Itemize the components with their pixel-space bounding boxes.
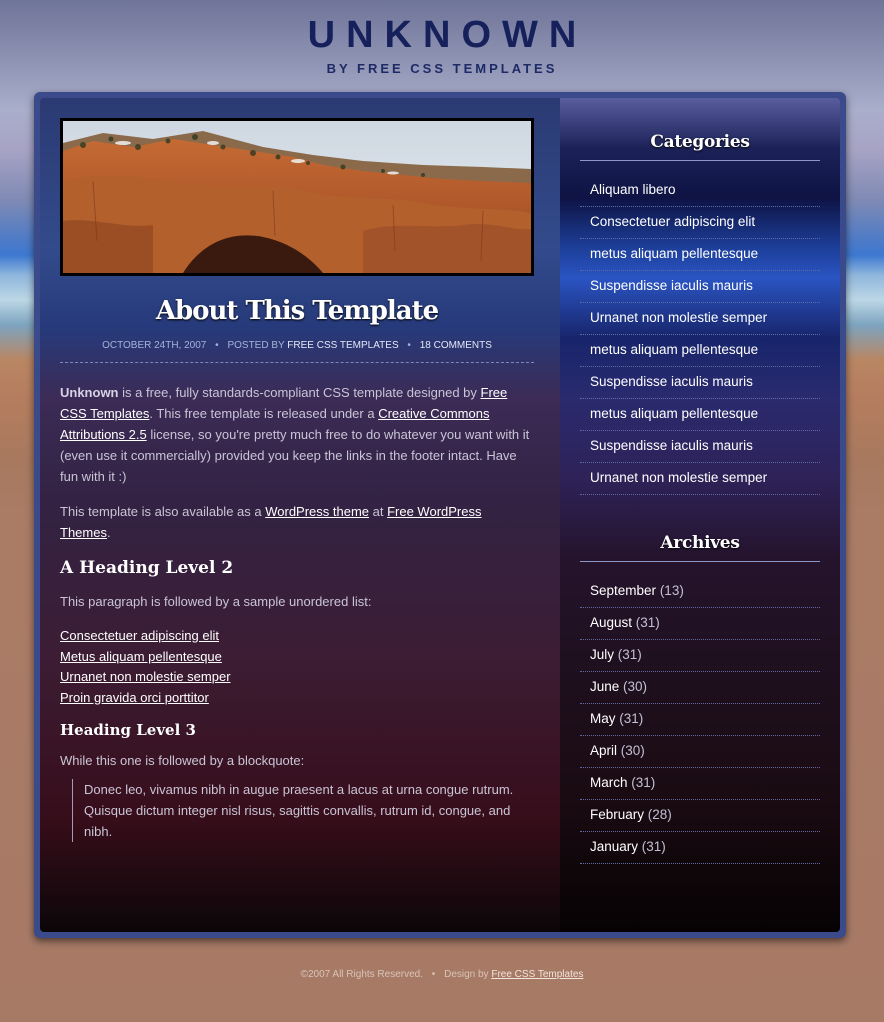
- list-item: Urnanet non molestie semper: [60, 667, 534, 688]
- text-span: is a free, fully standards-compliant CSS…: [118, 385, 481, 400]
- list-item: Consectetuer adipiscing elit: [60, 626, 534, 647]
- list-link[interactable]: Metus aliquam pellentesque: [60, 649, 222, 664]
- category-item[interactable]: metus aliquam pellentesque: [580, 239, 820, 271]
- category-item[interactable]: Suspendisse iaculis mauris: [580, 431, 820, 463]
- archive-item[interactable]: April (30): [580, 736, 820, 768]
- site-title[interactable]: UNKNOWN: [0, 14, 884, 57]
- archive-item[interactable]: June (30): [580, 672, 820, 704]
- template-name: Unknown: [60, 385, 119, 400]
- archive-item[interactable]: May (31): [580, 704, 820, 736]
- category-item[interactable]: Consectetuer adipiscing elit: [580, 207, 820, 239]
- archive-item[interactable]: July (31): [580, 640, 820, 672]
- blockquote-intro-paragraph: While this one is followed by a blockquo…: [60, 753, 305, 768]
- list-link[interactable]: Proin gravida orci porttitor: [60, 690, 209, 705]
- post-body: Unknown is a free, fully standards-compl…: [60, 382, 534, 842]
- archive-month[interactable]: July: [590, 647, 614, 662]
- post-meta: OCTOBER 24TH, 2007 • POSTED BY FREE CSS …: [60, 340, 534, 351]
- wordpress-theme-link[interactable]: WordPress theme: [265, 504, 369, 519]
- archives-rule: [580, 561, 820, 562]
- heading-level-2: A Heading Level 2: [60, 558, 234, 578]
- archive-item[interactable]: September (13): [580, 576, 820, 608]
- text-span: at: [369, 504, 388, 519]
- posted-by-label: POSTED BY: [227, 340, 285, 351]
- heading-level-3: Heading Level 3: [60, 721, 196, 739]
- footer-separator: •: [431, 969, 436, 980]
- archive-count: (31): [617, 647, 642, 662]
- meta-divider: [60, 362, 534, 363]
- text-span: . This free template is released under a: [149, 406, 379, 421]
- comments-link[interactable]: 18 COMMENTS: [420, 340, 492, 351]
- archive-count: (30): [620, 743, 645, 758]
- sample-list: Consectetuer adipiscing elit Metus aliqu…: [60, 626, 534, 708]
- blockquote: Donec leo, vivamus nibh in augue praesen…: [72, 779, 534, 842]
- categories-list: Aliquam libero Consectetuer adipiscing e…: [580, 175, 820, 495]
- archive-count: (31): [619, 711, 644, 726]
- archive-month[interactable]: June: [590, 679, 619, 694]
- archive-item[interactable]: January (31): [580, 832, 820, 864]
- wordpress-paragraph: This template is also available as a Wor…: [60, 501, 534, 543]
- category-item[interactable]: metus aliquam pellentesque: [580, 335, 820, 367]
- category-item[interactable]: Urnanet non molestie semper: [580, 463, 820, 495]
- archive-month[interactable]: September: [590, 583, 656, 598]
- category-item[interactable]: Aliquam libero: [580, 175, 820, 207]
- archive-count: (13): [659, 583, 684, 598]
- archive-item[interactable]: February (28): [580, 800, 820, 832]
- copyright-text: ©2007 All Rights Reserved.: [300, 969, 424, 980]
- meta-separator: •: [407, 340, 411, 351]
- archive-month[interactable]: January: [590, 839, 638, 854]
- archive-month[interactable]: August: [590, 615, 632, 630]
- archive-count: (31): [641, 839, 666, 854]
- archive-month[interactable]: March: [590, 775, 628, 790]
- meta-separator: •: [215, 340, 219, 351]
- categories-rule: [580, 160, 820, 161]
- footer-design-link[interactable]: Free CSS Templates: [491, 969, 583, 980]
- archive-month[interactable]: February: [590, 807, 644, 822]
- main-content: About This Template OCTOBER 24TH, 2007 •…: [40, 98, 560, 932]
- category-item[interactable]: metus aliquam pellentesque: [580, 399, 820, 431]
- page-container: About This Template OCTOBER 24TH, 2007 •…: [34, 92, 846, 938]
- categories-heading: Categories: [650, 132, 750, 152]
- archive-count: (31): [631, 775, 656, 790]
- post-title[interactable]: About This Template: [60, 296, 534, 326]
- list-link[interactable]: Urnanet non molestie semper: [60, 669, 231, 684]
- hero-image: [60, 118, 534, 276]
- list-item: Metus aliquam pellentesque: [60, 647, 534, 668]
- archive-month[interactable]: April: [590, 743, 617, 758]
- post-date: OCTOBER 24TH, 2007: [102, 340, 207, 351]
- text-span: .: [106, 525, 111, 540]
- sidebar: Categories Aliquam libero Consectetuer a…: [560, 98, 840, 932]
- archive-item[interactable]: August (31): [580, 608, 820, 640]
- canyon-landscape-image: [63, 121, 531, 273]
- category-item[interactable]: Urnanet non molestie semper: [580, 303, 820, 335]
- archive-item[interactable]: March (31): [580, 768, 820, 800]
- archive-count: (30): [623, 679, 648, 694]
- category-item[interactable]: Suspendisse iaculis mauris: [580, 271, 820, 303]
- list-link[interactable]: Consectetuer adipiscing elit: [60, 628, 219, 643]
- text-span: This template is also available as a: [60, 504, 266, 519]
- archives-list: September (13) August (31) July (31) Jun…: [580, 576, 820, 864]
- archive-count: (28): [647, 807, 672, 822]
- archive-count: (31): [635, 615, 660, 630]
- post-author-link[interactable]: FREE CSS TEMPLATES: [287, 340, 398, 351]
- category-item[interactable]: Suspendisse iaculis mauris: [580, 367, 820, 399]
- intro-paragraph: Unknown is a free, fully standards-compl…: [60, 382, 534, 487]
- design-by-label: Design by: [444, 969, 489, 980]
- archives-heading: Archives: [660, 533, 740, 553]
- list-item: Proin gravida orci porttitor: [60, 688, 534, 709]
- site-subtitle: BY FREE CSS TEMPLATES: [326, 61, 558, 76]
- footer: ©2007 All Rights Reserved. • Design by F…: [0, 969, 884, 980]
- list-intro-paragraph: This paragraph is followed by a sample u…: [60, 594, 372, 609]
- archive-month[interactable]: May: [590, 711, 616, 726]
